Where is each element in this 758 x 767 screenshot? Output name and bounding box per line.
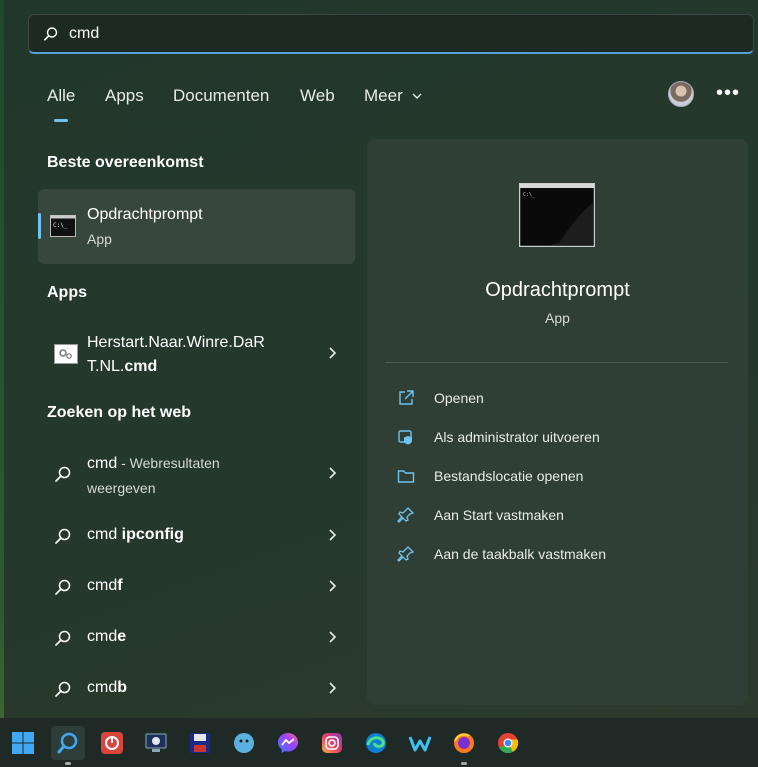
chevron-right-icon xyxy=(329,580,337,592)
action-label: Aan de taakbalk vastmaken xyxy=(434,546,606,562)
app-result-line1: Herstart.Naar.Winre.DaR xyxy=(87,334,265,351)
command-prompt-icon: C:\_ xyxy=(50,215,76,237)
web-query: cmd xyxy=(87,628,118,645)
taskbar xyxy=(0,718,758,767)
svg-text:C:\_: C:\_ xyxy=(53,222,68,229)
best-match-heading: Beste overeenkomst xyxy=(47,154,204,171)
command-prompt-icon: C:\_ xyxy=(519,183,595,247)
messenger-icon[interactable] xyxy=(271,726,305,760)
divider xyxy=(385,362,728,363)
web-suggestion: f xyxy=(117,577,123,594)
web-suffix-2: weergeven xyxy=(87,480,156,496)
tab-more-label: Meer xyxy=(364,86,403,105)
cmd-file-icon xyxy=(54,344,78,364)
search-icon xyxy=(55,528,71,544)
svg-text:C:\_: C:\_ xyxy=(523,192,536,198)
tab-documents[interactable]: Documenten xyxy=(173,86,269,106)
web-suggestion: e xyxy=(117,628,127,645)
best-match-type: App xyxy=(87,231,112,247)
web-suggestion: ipconfig xyxy=(117,526,184,543)
tab-apps[interactable]: Apps xyxy=(105,86,144,106)
web-suffix: - Webresultaten xyxy=(117,455,220,471)
web-query: cmd xyxy=(87,679,118,696)
pin-icon xyxy=(397,546,415,562)
action-run-as-admin[interactable]: Als administrator uitvoeren xyxy=(397,426,727,450)
search-box[interactable] xyxy=(28,14,754,54)
app-result-item[interactable]: Herstart.Naar.Winre.DaR T.NL.cmd xyxy=(38,328,355,380)
app-result-line2: T.NL. xyxy=(87,358,125,375)
best-match-item[interactable]: C:\_ Opdrachtprompt App xyxy=(38,189,355,264)
search-icon xyxy=(55,630,71,646)
search-input[interactable] xyxy=(69,23,729,45)
web-result-item[interactable]: cmd - Webresultaten weergeven xyxy=(38,448,355,500)
web-suggestion: b xyxy=(117,679,128,696)
firefox-icon[interactable] xyxy=(447,726,481,765)
shield-icon xyxy=(398,430,412,445)
apps-heading: Apps xyxy=(47,284,87,301)
web-query: cmd xyxy=(87,577,118,594)
chevron-right-icon xyxy=(329,682,337,694)
detail-title: Opdrachtprompt xyxy=(485,279,630,301)
chevron-right-icon xyxy=(329,529,337,541)
web-result-item[interactable]: cmd ipconfig xyxy=(38,522,355,550)
action-pin-to-taskbar[interactable]: Aan de taakbalk vastmaken xyxy=(397,543,727,567)
windows-start-icon[interactable] xyxy=(6,726,40,760)
chevron-right-icon xyxy=(329,467,337,479)
active-indicator xyxy=(65,762,71,765)
selection-indicator xyxy=(38,213,41,239)
search-icon xyxy=(43,27,58,41)
running-indicator xyxy=(461,762,467,765)
app-result-bold: cmd xyxy=(124,358,158,375)
action-label: Bestandslocatie openen xyxy=(434,468,584,484)
detail-type: App xyxy=(545,310,570,326)
action-label: Openen xyxy=(434,390,484,406)
globe-app-icon[interactable] xyxy=(227,726,261,760)
user-avatar[interactable] xyxy=(668,81,694,107)
web-heading: Zoeken op het web xyxy=(47,404,192,421)
web-result-item[interactable]: cmdf xyxy=(38,573,355,601)
more-options-icon[interactable]: ••• xyxy=(716,82,740,105)
web-query: cmd xyxy=(87,455,118,472)
open-icon xyxy=(399,390,414,405)
web-result-item[interactable]: cmde xyxy=(38,624,355,652)
detail-panel: C:\_ Opdrachtprompt App Openen Als admin… xyxy=(367,139,748,705)
search-icon xyxy=(55,681,71,697)
wondershare-icon[interactable] xyxy=(403,726,437,760)
action-label: Aan Start vastmaken xyxy=(434,507,564,523)
folder-icon xyxy=(397,470,415,483)
best-match-title: Opdrachtprompt xyxy=(87,206,203,223)
search-icon xyxy=(55,579,71,595)
chevron-right-icon xyxy=(329,347,337,359)
filter-tabs: Alle Apps Documenten Web Meer xyxy=(0,80,754,120)
pin-icon xyxy=(397,507,415,523)
tab-web[interactable]: Web xyxy=(300,86,335,106)
action-pin-to-start[interactable]: Aan Start vastmaken xyxy=(397,504,727,528)
tab-all[interactable]: Alle xyxy=(47,86,75,106)
instagram-icon[interactable] xyxy=(315,726,349,760)
search-icon xyxy=(55,466,71,482)
edge-icon[interactable] xyxy=(359,726,393,760)
web-query: cmd xyxy=(87,526,118,543)
action-open[interactable]: Openen xyxy=(397,387,727,411)
chevron-down-icon xyxy=(412,93,422,99)
search-icon[interactable] xyxy=(51,726,85,765)
chrome-icon[interactable] xyxy=(491,726,525,760)
chevron-right-icon xyxy=(329,631,337,643)
action-open-file-location[interactable]: Bestandslocatie openen xyxy=(397,465,727,489)
monitor-app-icon[interactable] xyxy=(139,726,173,760)
save-app-icon[interactable] xyxy=(183,726,217,760)
tab-more[interactable]: Meer xyxy=(364,86,423,106)
action-label: Als administrator uitvoeren xyxy=(434,429,600,445)
web-result-item[interactable]: cmdb xyxy=(38,675,355,703)
power-app-icon[interactable] xyxy=(95,726,129,760)
